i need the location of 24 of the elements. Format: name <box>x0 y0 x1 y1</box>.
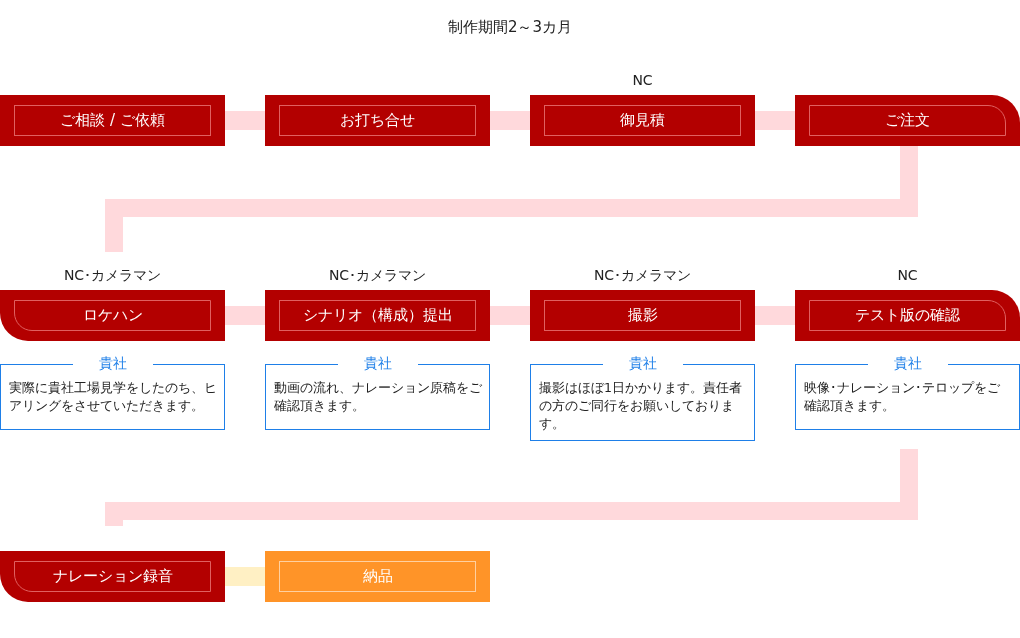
party-label: 貴社 <box>337 353 418 373</box>
party-label: 貴社 <box>602 353 683 373</box>
step-label: 納品 <box>279 561 476 592</box>
party-label: 貴社 <box>72 353 153 373</box>
chart-title: 制作期間2～3カ月 <box>446 17 574 37</box>
step-label: 御見積 <box>544 105 741 136</box>
step-label: テスト版の確認 <box>809 300 1006 331</box>
step-label: ご注文 <box>809 105 1006 136</box>
note-text: 映像･ナレーション･テロップをご確認頂きます。 <box>804 379 1001 415</box>
note-text: 実際に貴社工場見学をしたのち、ヒアリングをさせていただきます。 <box>9 379 217 415</box>
party-label: 貴社 <box>867 353 948 373</box>
step-label: ナレーション録音 <box>14 561 211 592</box>
role-label: NC･カメラマン <box>593 267 692 283</box>
step-label: ご相談 / ご依頼 <box>14 105 211 136</box>
role-label: NC <box>897 267 918 283</box>
role-label: NC <box>632 72 653 88</box>
step-label: 撮影 <box>544 300 741 331</box>
role-label: NC･カメラマン <box>63 267 162 283</box>
note-text: 動画の流れ、ナレーション原稿をご確認頂きます。 <box>274 379 482 415</box>
role-label: NC･カメラマン <box>328 267 427 283</box>
step-label: ロケハン <box>14 300 211 331</box>
note-text: 撮影はほぼ1日かかります。責任者の方のご同行をお願いしております。 <box>539 379 743 433</box>
step-label: お打ち合せ <box>279 105 476 136</box>
step-label: シナリオ（構成）提出 <box>279 300 476 331</box>
